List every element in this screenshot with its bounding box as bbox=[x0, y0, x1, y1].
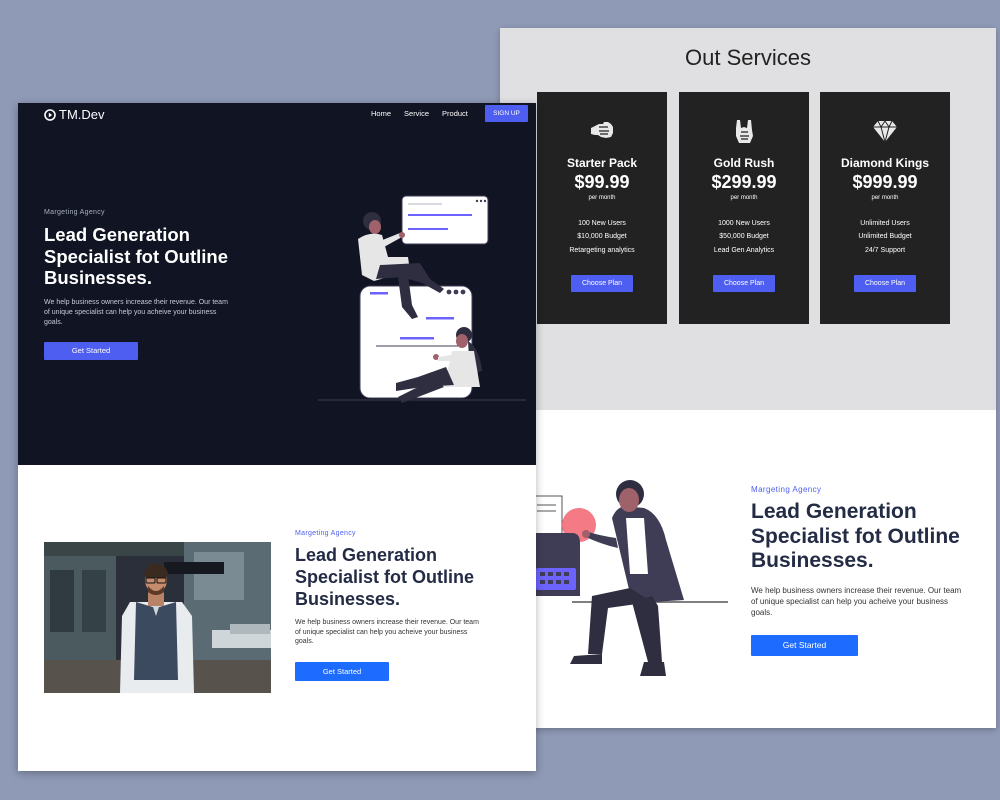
plan-feature: Lead Gen Analytics bbox=[713, 247, 775, 254]
plan-feature: 24/7 Support bbox=[864, 247, 906, 254]
about-section: Margeting Agency Lead Generation Special… bbox=[18, 465, 536, 771]
plan-period: per month bbox=[588, 195, 616, 201]
main-nav: Home Service Product bbox=[371, 109, 468, 118]
plan-price: $299.99 bbox=[711, 172, 777, 192]
plan-card-gold: Gold Rush $299.99 per month 1000 New Use… bbox=[679, 92, 809, 324]
plan-feature: $10,000 Budget bbox=[577, 233, 627, 240]
services-title: Out Services bbox=[685, 45, 811, 70]
businessman-photo bbox=[44, 542, 271, 693]
plan-feature: Retargeting analytics bbox=[569, 247, 635, 254]
hero-tag: Margeting Agency bbox=[44, 209, 105, 216]
plan-period: per month bbox=[730, 195, 758, 201]
services-page: Out Services Starter Pack $99.99 per mon… bbox=[500, 28, 996, 728]
hero-section: TM.Dev Home Service Product SIGN UP Marg… bbox=[18, 103, 536, 465]
plan-feature: $50,000 Budget bbox=[719, 233, 769, 240]
hero-tag: Margeting Agency bbox=[751, 485, 822, 494]
brand-logo[interactable]: TM.Dev bbox=[44, 107, 105, 122]
plan-feature: 1000 New Users bbox=[718, 220, 770, 227]
sign-up-button[interactable]: SIGN UP bbox=[485, 105, 528, 122]
hero-title: Lead Generation Specialist fot Outline B… bbox=[751, 500, 960, 572]
plan-name: Gold Rush bbox=[713, 156, 775, 170]
typewriter-illustration bbox=[532, 480, 728, 676]
nav-item-home[interactable]: Home bbox=[371, 109, 391, 118]
fist-icon bbox=[591, 122, 613, 138]
hero-description: We help business owners increase their r… bbox=[44, 299, 228, 326]
diamond-icon bbox=[873, 120, 897, 144]
rock-hand-icon bbox=[736, 120, 753, 143]
brand-name: TM.Dev bbox=[59, 107, 105, 122]
hero-description: We help business owners increase their r… bbox=[751, 586, 962, 617]
services-section: Out Services Starter Pack $99.99 per mon… bbox=[500, 28, 996, 410]
plan-name: Diamond Kings bbox=[840, 156, 929, 170]
team-illustration bbox=[318, 195, 526, 403]
plan-card-starter: Starter Pack $99.99 per month 100 New Us… bbox=[537, 92, 667, 324]
hero-title: Lead Generation Specialist fot Outline B… bbox=[44, 224, 228, 288]
plan-feature: Unlimited Users bbox=[860, 220, 910, 227]
about-title: Lead Generation Specialist fot Outline B… bbox=[295, 545, 475, 609]
nav-item-service[interactable]: Service bbox=[404, 109, 429, 118]
get-started-button[interactable]: Get Started bbox=[295, 662, 389, 681]
landing-page: TM.Dev Home Service Product SIGN UP Marg… bbox=[18, 103, 536, 771]
choose-plan-button[interactable]: Choose Plan bbox=[854, 275, 916, 292]
get-started-button[interactable]: Get Started bbox=[751, 635, 858, 656]
nav-item-product[interactable]: Product bbox=[442, 109, 468, 118]
plan-card-diamond: Diamond Kings $999.99 per month Unlimite… bbox=[820, 92, 950, 324]
choose-plan-button[interactable]: Choose Plan bbox=[713, 275, 775, 292]
choose-plan-button[interactable]: Choose Plan bbox=[571, 275, 633, 292]
get-started-button[interactable]: Get Started bbox=[44, 342, 138, 360]
plan-feature: 100 New Users bbox=[578, 220, 626, 227]
play-circle-icon bbox=[44, 108, 56, 121]
hero-section-secondary: Margeting Agency Lead Generation Special… bbox=[500, 410, 996, 728]
plan-price: $99.99 bbox=[574, 172, 630, 192]
plan-name: Starter Pack bbox=[566, 156, 638, 170]
about-description: We help business owners increase their r… bbox=[295, 619, 479, 645]
about-tag: Margeting Agency bbox=[295, 530, 356, 537]
plan-price: $999.99 bbox=[852, 172, 918, 192]
plan-period: per month bbox=[871, 195, 899, 201]
plan-feature: Unlimited Budget bbox=[858, 233, 912, 240]
